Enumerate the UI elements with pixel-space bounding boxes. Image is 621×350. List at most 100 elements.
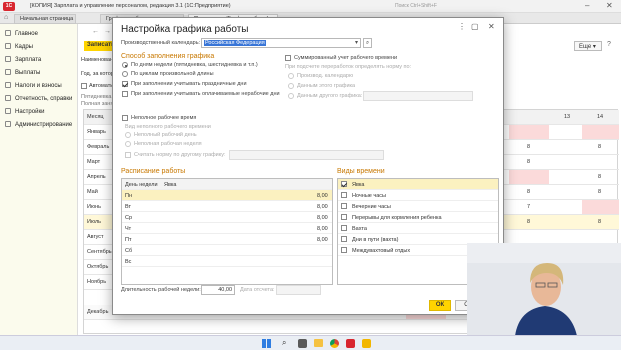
explorer-icon[interactable] [314,339,323,347]
schedule-row[interactable]: Вс [122,256,332,267]
gear-icon [5,108,11,114]
person-icon [5,43,11,49]
yavka-column-header: Явка [164,181,177,188]
sidebar-item-payments[interactable]: Выплаты [5,69,40,76]
sidebar-item-main[interactable]: Главное [5,30,38,37]
menu-icon [5,30,11,36]
date-start-field[interactable] [276,285,321,295]
time-type-checkbox[interactable] [341,181,347,187]
dialog-maximize-button[interactable]: ▢ [471,22,479,31]
taskview-icon[interactable] [298,339,307,348]
date-start-label: Дата отсчета: [240,287,275,293]
norm-by-other-checkbox[interactable] [125,152,131,158]
time-type-checkbox[interactable] [341,192,347,198]
norm-by-other-label: Считать норму по другому графику: [134,152,226,158]
by-weekdays-radio[interactable] [122,62,128,68]
tax-icon [5,82,11,88]
schedule-row[interactable]: Ср 8,00 [122,212,332,223]
start-icon[interactable] [262,339,271,348]
time-type-checkbox[interactable] [341,225,347,231]
more-button[interactable]: Еще ▾ [574,41,602,51]
time-type-checkbox[interactable] [341,247,347,253]
window-title: [КОПИЯ] Зарплата и управление персоналом… [30,3,231,9]
norm-other-field[interactable] [363,91,473,101]
time-type-checkbox[interactable] [341,203,347,209]
time-type-checkbox[interactable] [341,214,347,220]
recalc-label: При подсчете переработок определять норм… [285,64,412,70]
norm-other-radio[interactable] [288,93,294,99]
taskbar: ⌕ [0,335,621,350]
back-button[interactable]: ← [92,28,99,35]
forward-button[interactable]: → [104,28,111,35]
norm-calendar-radio[interactable] [288,73,294,79]
open-calendar-button[interactable]: ⌕ [363,38,372,48]
summary-accounting-checkbox[interactable] [285,55,291,61]
minimize-button[interactable]: – [585,1,589,10]
autofill-checkbox[interactable] [81,83,87,89]
norm-this-radio[interactable] [288,83,294,89]
admin-gear-icon [5,121,11,127]
ok-button[interactable]: ОК [429,300,451,311]
wallet-icon [5,69,11,75]
sidebar-item-personnel[interactable]: Кадры [5,43,33,50]
app-icon[interactable] [362,339,371,348]
close-window-button[interactable]: ✕ [606,1,613,10]
part-time-checkbox[interactable] [122,115,128,121]
schedule-row[interactable]: Пт 8,00 [122,234,332,245]
time-type-row[interactable]: Перерывы для кормления ребенка [338,212,498,223]
workweek-value: 40,00 [218,287,232,293]
consider-holidays-checkbox[interactable] [122,81,128,87]
fill-method-header: Способ заполнения графика [121,53,215,60]
tab-start-page[interactable]: Начальная страница [14,14,76,24]
time-type-row[interactable]: Явка [338,179,498,190]
sidebar: Главное Кадры Зарплата Выплаты Налоги и … [0,24,78,335]
consider-paid-label: При заполнении учитывать оплачиваемые не… [131,91,280,97]
dropdown-arrow-icon[interactable]: ▾ [355,39,358,46]
dialog-title: Настройка графика работы [121,24,249,35]
sidebar-item-taxes[interactable]: Налоги и взносы [5,82,62,89]
schedule-row[interactable]: Вт 8,00 [122,201,332,212]
dialog-menu-button[interactable]: ⋮ [458,22,466,31]
onec-logo-icon: 1С [3,2,15,11]
schedule-row[interactable]: Пн 8,00 [122,190,332,201]
home-icon[interactable]: ⌂ [4,14,8,21]
by-weekdays-label: По дням недели (пятидневка, шестидневка … [131,62,258,68]
time-type-row[interactable]: Вахта [338,223,498,234]
global-search-input[interactable]: Поиск Ctrl+Shift+F [395,3,470,9]
part-time-kind-label: Вид неполного рабочего времени [125,124,211,130]
onec-icon[interactable] [346,339,355,348]
time-types-header: Виды времени [337,168,385,175]
schedule-row[interactable]: Сб [122,245,332,256]
sidebar-item-settings[interactable]: Настройки [5,108,44,115]
workweek-field[interactable]: 40,00 [201,285,235,295]
norm-other-label: Данным другого графика: [297,93,363,99]
time-type-checkbox[interactable] [341,236,347,242]
time-type-row[interactable]: Ночные часы [338,190,498,201]
consider-paid-checkbox[interactable] [122,91,128,97]
part-time-label: Неполное рабочее время [131,115,197,121]
norm-by-other-field[interactable] [229,150,384,160]
consider-holidays-label: При заполнении учитывать праздничные дни [131,81,247,87]
help-button[interactable]: ? [607,41,611,48]
sidebar-item-salary[interactable]: Зарплата [5,56,41,63]
part-week-label: Неполная рабочая неделя [134,141,202,147]
part-day-label: Неполный рабочий день [134,132,197,138]
sidebar-item-administration[interactable]: Администрирование [5,121,72,128]
by-cycles-radio[interactable] [122,71,128,77]
summary-accounting-label: Суммированный учет рабочего времени [294,55,398,61]
presenter-photo [467,243,621,336]
time-type-row[interactable]: Вечерние часы [338,201,498,212]
month-column-header: Месяц [87,114,104,120]
dialog-close-button[interactable]: ✕ [488,22,495,31]
day-14-header: 14 [597,114,604,120]
schedule-row[interactable]: Чт 8,00 [122,223,332,234]
part-week-radio[interactable] [125,141,131,147]
sidebar-item-reports[interactable]: Отчетность, справки [5,95,72,102]
chrome-icon[interactable] [330,339,339,348]
part-day-radio[interactable] [125,132,131,138]
norm-this-label: Данным этого графика [297,83,356,89]
report-icon [5,95,11,101]
calendar-field[interactable]: Российская Федерация ▾ [201,38,361,48]
search-icon[interactable]: ⌕ [282,338,286,348]
title-bar: 1С [КОПИЯ] Зарплата и управление персона… [0,0,621,13]
